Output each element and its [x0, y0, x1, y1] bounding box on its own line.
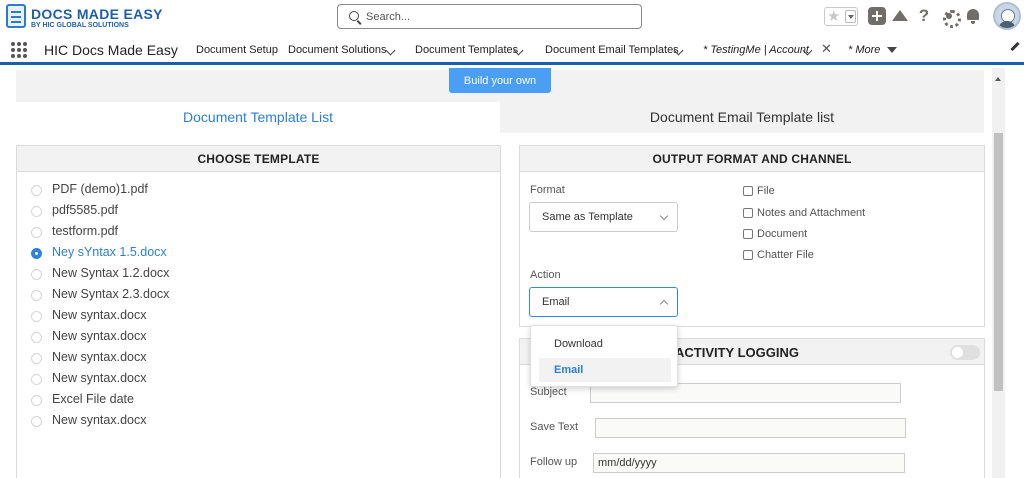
template-label[interactable]: New syntax.docx [52, 350, 146, 364]
tab-document-template-list[interactable]: Document Template List [16, 102, 500, 133]
nav-item-more[interactable]: * More [848, 44, 880, 60]
activity-logging-title: ACTIVITY LOGGING [675, 345, 799, 360]
checkbox[interactable] [743, 208, 753, 218]
follow-up-label: Follow up [530, 456, 578, 468]
choose-template-title: CHOOSE TEMPLATE [17, 146, 500, 172]
main-content: Build your own Document Template List Do… [0, 68, 1024, 478]
nav-item-document-templates[interactable]: Document Templates [415, 44, 518, 60]
action-label: Action [530, 269, 561, 281]
app-launcher-waffle-icon[interactable] [11, 42, 27, 58]
radio-button[interactable] [31, 395, 42, 406]
template-label[interactable]: New syntax.docx [52, 329, 146, 343]
docs-made-easy-logo[interactable]: DOCS MADE EASY BY HIC GLOBAL SOLUTIONS [6, 4, 162, 30]
scroll-up-arrow-icon[interactable] [995, 77, 1001, 81]
activity-logging-toggle[interactable] [950, 345, 980, 360]
template-label[interactable]: New Syntax 2.3.docx [52, 287, 169, 301]
template-label[interactable]: Ney sYntax 1.5.docx [52, 245, 167, 259]
format-select[interactable]: Same as Template [529, 202, 678, 232]
tab-document-email-template-list[interactable]: Document Email Template list [500, 102, 984, 133]
template-label[interactable]: pdf5585.pdf [52, 203, 118, 217]
radio-button[interactable] [31, 332, 42, 343]
chevron-up-icon [659, 299, 669, 309]
radio-button[interactable] [31, 185, 42, 196]
app-name: HIC Docs Made Easy [44, 42, 178, 58]
action-select-value: Email [542, 296, 570, 308]
template-label[interactable]: Excel File date [52, 392, 134, 406]
favorites-group[interactable]: ★ [824, 7, 858, 26]
radio-button[interactable] [31, 374, 42, 385]
nav-item-testingme-account[interactable]: * TestingMe | Account [703, 44, 809, 60]
global-actions-plus-icon[interactable] [868, 7, 886, 25]
action-select[interactable]: Email [529, 287, 678, 317]
subject-label: Subject [530, 386, 567, 398]
logo-title: DOCS MADE EASY [31, 6, 163, 22]
follow-up-date-input[interactable]: mm/dd/yyyy [593, 453, 905, 473]
template-label[interactable]: PDF (demo)1.pdf [52, 182, 148, 196]
nav-item-document-solutions[interactable]: Document Solutions [288, 44, 386, 60]
gear-icon[interactable] [940, 7, 961, 28]
user-avatar[interactable] [993, 2, 1021, 30]
template-label[interactable]: New syntax.docx [52, 308, 146, 322]
template-label[interactable]: testform.pdf [52, 224, 118, 238]
action-dropdown-menu: Download Email [530, 325, 678, 387]
radio-button[interactable] [31, 227, 42, 238]
scrollbar-thumb[interactable] [994, 133, 1003, 391]
template-label[interactable]: New syntax.docx [52, 413, 146, 427]
help-icon[interactable]: ? [915, 7, 933, 25]
caret-down-icon[interactable] [887, 47, 897, 53]
checkbox-label[interactable]: Chatter File [757, 249, 814, 261]
checkbox[interactable] [743, 186, 753, 196]
radio-button[interactable] [31, 416, 42, 427]
radio-button[interactable] [31, 206, 42, 217]
favorites-dropdown-icon[interactable] [845, 10, 856, 23]
output-format-title: OUTPUT FORMAT AND CHANNEL [520, 146, 984, 172]
document-logo-icon [6, 4, 26, 28]
save-text-label: Save Text [530, 421, 579, 433]
output-format-panel: OUTPUT FORMAT AND CHANNEL Format Same as… [519, 145, 985, 327]
radio-button[interactable] [31, 269, 42, 280]
radio-button[interactable] [31, 311, 42, 322]
template-label[interactable]: New Syntax 1.2.docx [52, 266, 169, 280]
close-icon[interactable]: ✕ [821, 42, 832, 56]
choose-template-panel: CHOOSE TEMPLATE PDF (demo)1.pdf pdf5585.… [16, 145, 501, 478]
nav-item-document-email-templates[interactable]: Document Email Templates [545, 44, 679, 60]
checkbox-label[interactable]: File [757, 185, 775, 197]
chevron-down-icon [659, 211, 669, 221]
save-text-input[interactable] [595, 418, 906, 438]
global-header: DOCS MADE EASY BY HIC GLOBAL SOLUTIONS ★… [0, 0, 1024, 36]
checkbox[interactable] [743, 229, 753, 239]
template-tabs: Document Template List Document Email Te… [16, 102, 984, 133]
checkbox-label[interactable]: Notes and Attachment [757, 207, 865, 219]
app-navigation-bar: HIC Docs Made Easy Document Setup Docume… [0, 36, 1024, 65]
build-your-own-button[interactable]: Build your own [449, 68, 551, 93]
radio-button-checked[interactable] [31, 248, 42, 259]
dropdown-option-download[interactable]: Download [539, 332, 671, 356]
search-icon [349, 11, 359, 21]
search-input[interactable] [366, 8, 626, 26]
nav-item-document-setup[interactable]: Document Setup [196, 44, 278, 60]
radio-button[interactable] [31, 353, 42, 364]
checkbox-label[interactable]: Document [757, 228, 807, 240]
global-search[interactable] [337, 4, 642, 29]
checkbox[interactable] [743, 250, 753, 260]
format-select-value: Same as Template [542, 211, 633, 223]
page-scrollbar[interactable] [992, 68, 1005, 478]
trailhead-icon[interactable] [891, 7, 909, 25]
star-icon[interactable]: ★ [827, 8, 840, 25]
logo-subtitle: BY HIC GLOBAL SOLUTIONS [31, 22, 129, 29]
template-label[interactable]: New syntax.docx [52, 371, 146, 385]
format-label: Format [530, 184, 565, 196]
notification-bell-icon[interactable] [964, 7, 982, 25]
radio-button[interactable] [31, 290, 42, 301]
chevron-down-icon[interactable] [385, 45, 396, 56]
dropdown-option-email[interactable]: Email [539, 358, 671, 382]
